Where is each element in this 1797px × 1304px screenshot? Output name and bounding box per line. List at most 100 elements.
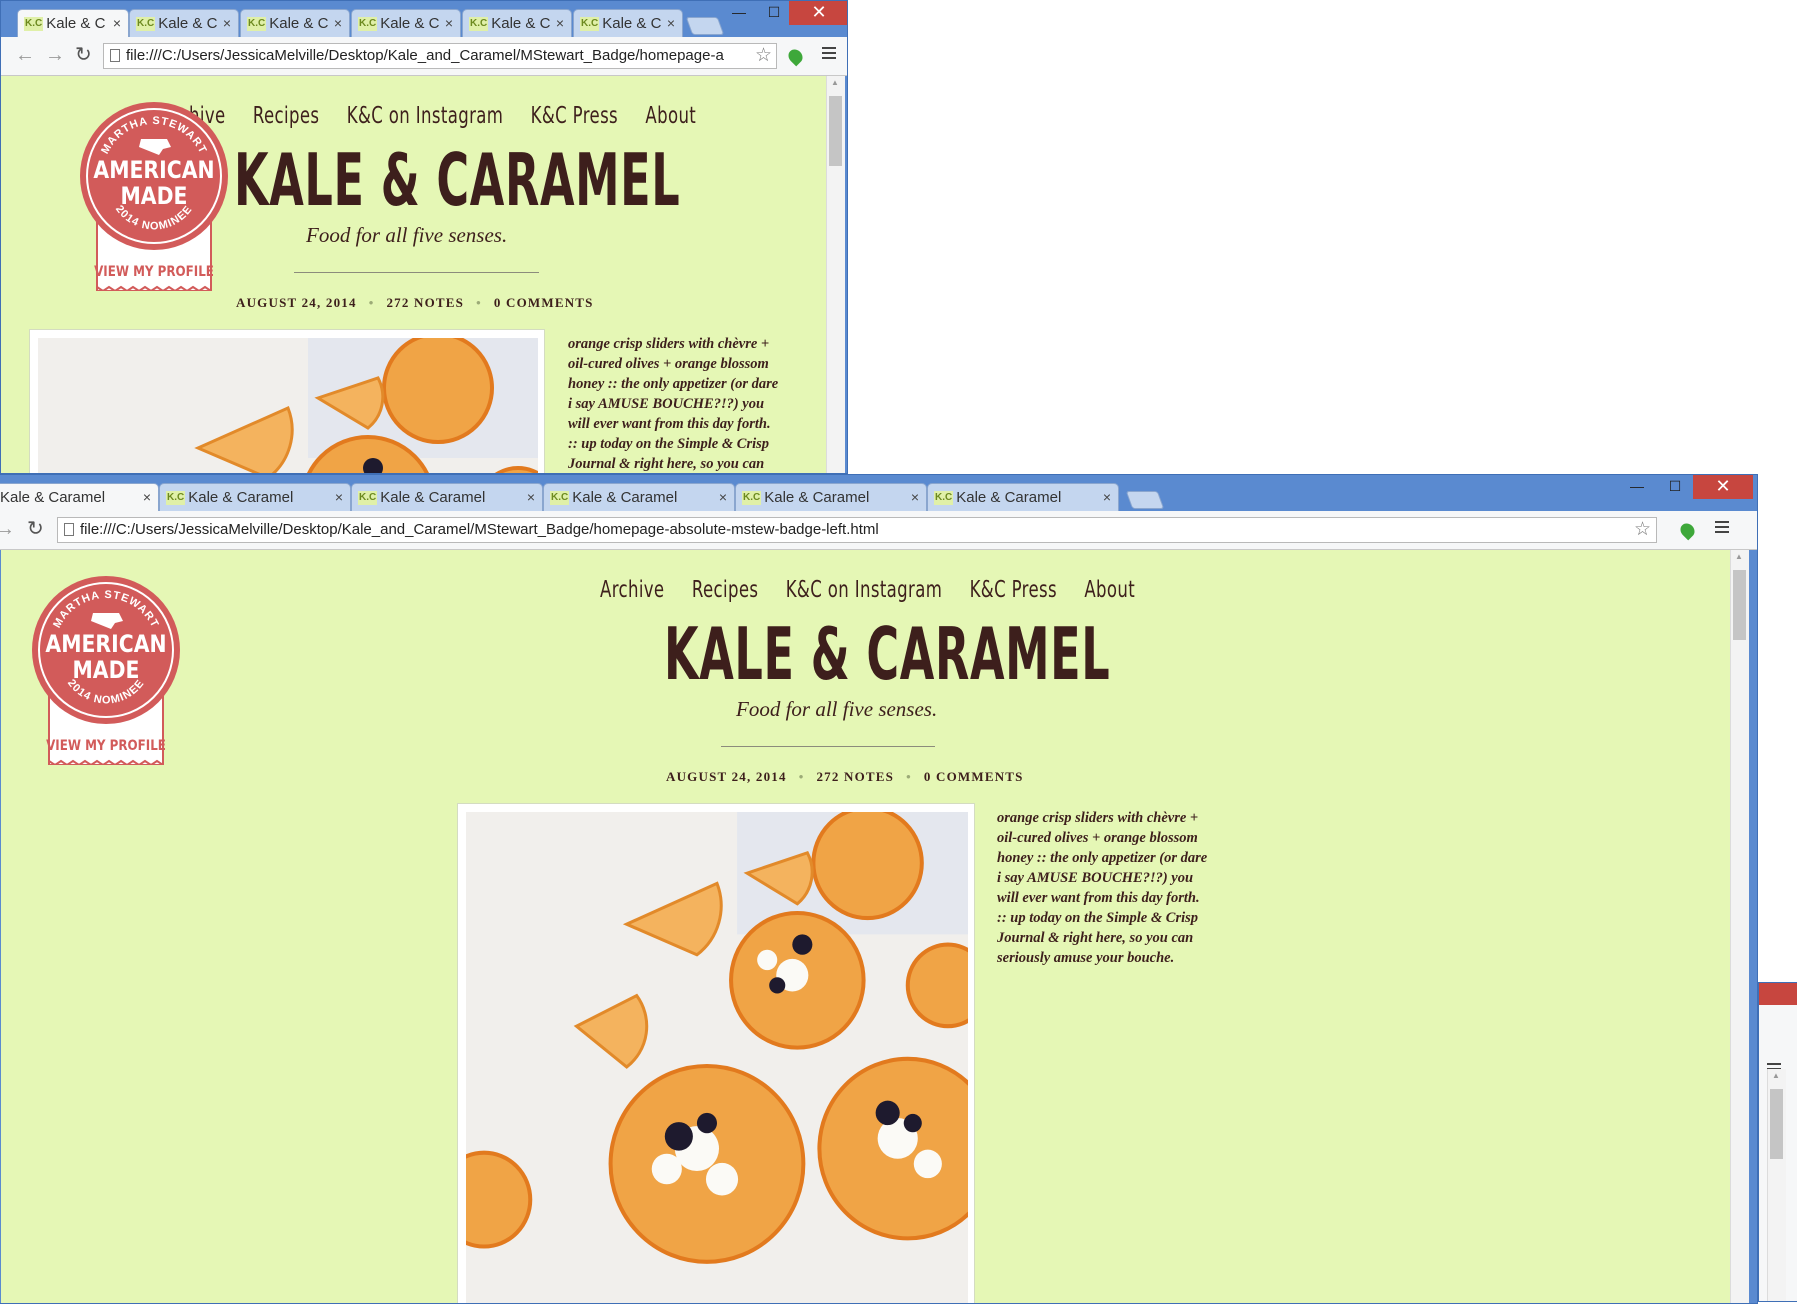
tab-title: Kale & C <box>158 15 218 32</box>
scrollbar-thumb[interactable] <box>829 96 842 166</box>
tab-close-icon[interactable]: × <box>143 484 151 511</box>
meta-separator: • <box>798 769 805 784</box>
evernote-extension-icon[interactable] <box>785 46 806 67</box>
favicon-icon: K.C <box>358 17 378 32</box>
main-navigation: hive Recipes K&C on Instagram K&C Press Abou… <box>189 103 696 129</box>
bookmark-star-icon[interactable]: ☆ <box>1634 518 1651 542</box>
close-button[interactable]: ✕ <box>789 1 847 25</box>
nav-about[interactable]: About <box>645 103 696 129</box>
caption-line: seriously amuse your bouche. <box>997 950 1175 966</box>
tab-title: Kale & Caramel <box>572 489 678 506</box>
tab-kale-caramel-5[interactable]: K.C Kale & C × <box>462 9 572 37</box>
tab-close-icon[interactable]: × <box>556 10 564 37</box>
post-notes[interactable]: 272 NOTES <box>816 769 894 784</box>
vertical-scrollbar[interactable]: ▲ <box>1767 1069 1786 1301</box>
back-arrow-icon[interactable]: ← <box>15 45 35 65</box>
site-title[interactable]: KALE & CARAMEL <box>234 138 680 222</box>
tab-kale-caramel-6[interactable]: K.C Kale & C × <box>573 9 683 37</box>
post-notes[interactable]: 272 NOTES <box>386 295 464 310</box>
page-viewport: Archive Recipes K&C on Instagram K&C Press A… <box>1 550 1731 1303</box>
nav-about[interactable]: About <box>1084 577 1135 603</box>
svg-text:MADE: MADE <box>121 182 188 210</box>
post-comments[interactable]: 0 COMMENTS <box>924 769 1024 784</box>
browser-window-front: Kale & Caramel × K.C Kale & Caramel × K.C… <box>0 474 1758 1304</box>
new-tab-button[interactable] <box>1125 491 1165 509</box>
bookmark-star-icon[interactable]: ☆ <box>755 44 772 68</box>
caption-line: honey :: the only appetizer (or dare <box>568 376 779 392</box>
nav-archive[interactable]: Archive <box>600 577 664 603</box>
vertical-scrollbar[interactable]: ▲ <box>826 76 845 473</box>
address-bar[interactable]: file:///C:/Users/JessicaMelville/Desktop… <box>103 43 777 69</box>
favicon-icon: K.C <box>580 17 600 32</box>
url-text: file:///C:/Users/JessicaMelville/Desktop… <box>126 47 724 64</box>
tab-close-icon[interactable]: × <box>719 484 727 511</box>
tab-kale-caramel-1[interactable]: Kale & Caramel × <box>0 483 159 511</box>
evernote-extension-icon[interactable] <box>1677 520 1698 541</box>
browser-window-third: ▲ <box>1758 982 1797 1302</box>
post-photo[interactable] <box>29 329 545 473</box>
tab-kale-caramel-3[interactable]: K.C Kale & C × <box>240 9 350 37</box>
tab-close-icon[interactable]: × <box>445 10 453 37</box>
site-title[interactable]: KALE & CARAMEL <box>664 612 1110 696</box>
post-date[interactable]: AUGUST 24, 2014 <box>666 769 787 784</box>
address-bar[interactable]: file:///C:/Users/JessicaMelville/Desktop… <box>57 517 1657 543</box>
maximize-button[interactable]: ☐ <box>759 1 789 25</box>
post-comments[interactable]: 0 COMMENTS <box>494 295 594 310</box>
tab-kale-caramel-2[interactable]: K.C Kale & Caramel × <box>159 483 351 511</box>
post-date[interactable]: AUGUST 24, 2014 <box>236 295 357 310</box>
reload-icon[interactable]: ↻ <box>27 519 44 539</box>
scrollbar-thumb[interactable] <box>1733 570 1746 640</box>
tab-close-icon[interactable]: × <box>1103 484 1111 511</box>
martha-stewart-badge[interactable]: MARTHA STEWART AMERICAN MADE 2014 NOMINE… <box>31 575 181 770</box>
site-tagline: Food for all five senses. <box>736 697 938 721</box>
caption-line: honey :: the only appetizer (or dare <box>997 850 1208 866</box>
nav-instagram[interactable]: K&C on Instagram <box>786 577 942 603</box>
tab-close-icon[interactable]: × <box>667 10 675 37</box>
scrollbar-thumb[interactable] <box>1770 1089 1783 1159</box>
post-caption: orange crisp sliders with chèvre + oil-c… <box>568 334 813 473</box>
american-made-badge-icon: MARTHA STEWART AMERICAN MADE 2014 NOMINE… <box>80 102 228 293</box>
caption-line: Journal & right here, so you can <box>568 456 765 472</box>
menu-icon[interactable] <box>1715 521 1729 537</box>
forward-arrow-icon[interactable]: → <box>45 45 65 65</box>
martha-stewart-badge[interactable]: MARTHA STEWART AMERICAN MADE 2014 NOMINE… <box>79 101 229 296</box>
reload-icon[interactable]: ↻ <box>75 45 92 65</box>
nav-press[interactable]: K&C Press <box>531 103 618 129</box>
tab-close-icon[interactable]: × <box>911 484 919 511</box>
tab-kale-caramel-6[interactable]: K.C Kale & Caramel × <box>927 483 1119 511</box>
scroll-up-icon[interactable]: ▲ <box>1735 552 1743 561</box>
post-photo[interactable] <box>457 803 975 1303</box>
tab-kale-caramel-2[interactable]: K.C Kale & C × <box>129 9 239 37</box>
scroll-up-icon[interactable]: ▲ <box>831 78 839 87</box>
tab-close-icon[interactable]: × <box>527 484 535 511</box>
tab-kale-caramel-5[interactable]: K.C Kale & Caramel × <box>735 483 927 511</box>
tab-close-icon[interactable]: × <box>335 484 343 511</box>
minimize-button[interactable]: — <box>719 1 759 25</box>
svg-text:VIEW MY PROFILE: VIEW MY PROFILE <box>46 738 166 754</box>
nav-press[interactable]: K&C Press <box>970 577 1057 603</box>
nav-instagram[interactable]: K&C on Instagram <box>347 103 503 129</box>
close-button[interactable]: ✕ <box>1693 475 1753 499</box>
vertical-scrollbar[interactable]: ▲ <box>1730 550 1749 1303</box>
caption-line: will ever want from this day forth. <box>568 416 771 432</box>
close-button[interactable] <box>1759 983 1797 1005</box>
caption-line: i say AMUSE BOUCHE?!?) you <box>997 870 1194 886</box>
tab-kale-caramel-1[interactable]: K.C Kale & C × <box>17 9 129 37</box>
tab-close-icon[interactable]: × <box>113 10 121 37</box>
tab-kale-caramel-4[interactable]: K.C Kale & C × <box>351 9 461 37</box>
forward-arrow-icon[interactable]: → <box>0 519 15 539</box>
meta-separator: • <box>368 295 375 310</box>
tab-close-icon[interactable]: × <box>334 10 342 37</box>
favicon-icon: K.C <box>550 491 570 506</box>
menu-icon[interactable] <box>822 47 836 63</box>
page-icon <box>64 523 74 536</box>
minimize-button[interactable]: — <box>1617 475 1657 499</box>
tab-kale-caramel-4[interactable]: K.C Kale & Caramel × <box>543 483 735 511</box>
nav-recipes[interactable]: Recipes <box>692 577 759 603</box>
maximize-button[interactable]: ☐ <box>1657 475 1693 499</box>
tab-kale-caramel-3[interactable]: K.C Kale & Caramel × <box>351 483 543 511</box>
nav-recipes[interactable]: Recipes <box>253 103 320 129</box>
tab-close-icon[interactable]: × <box>223 10 231 37</box>
scroll-up-icon[interactable]: ▲ <box>1772 1071 1780 1080</box>
tab-title: Kale & Caramel <box>764 489 870 506</box>
